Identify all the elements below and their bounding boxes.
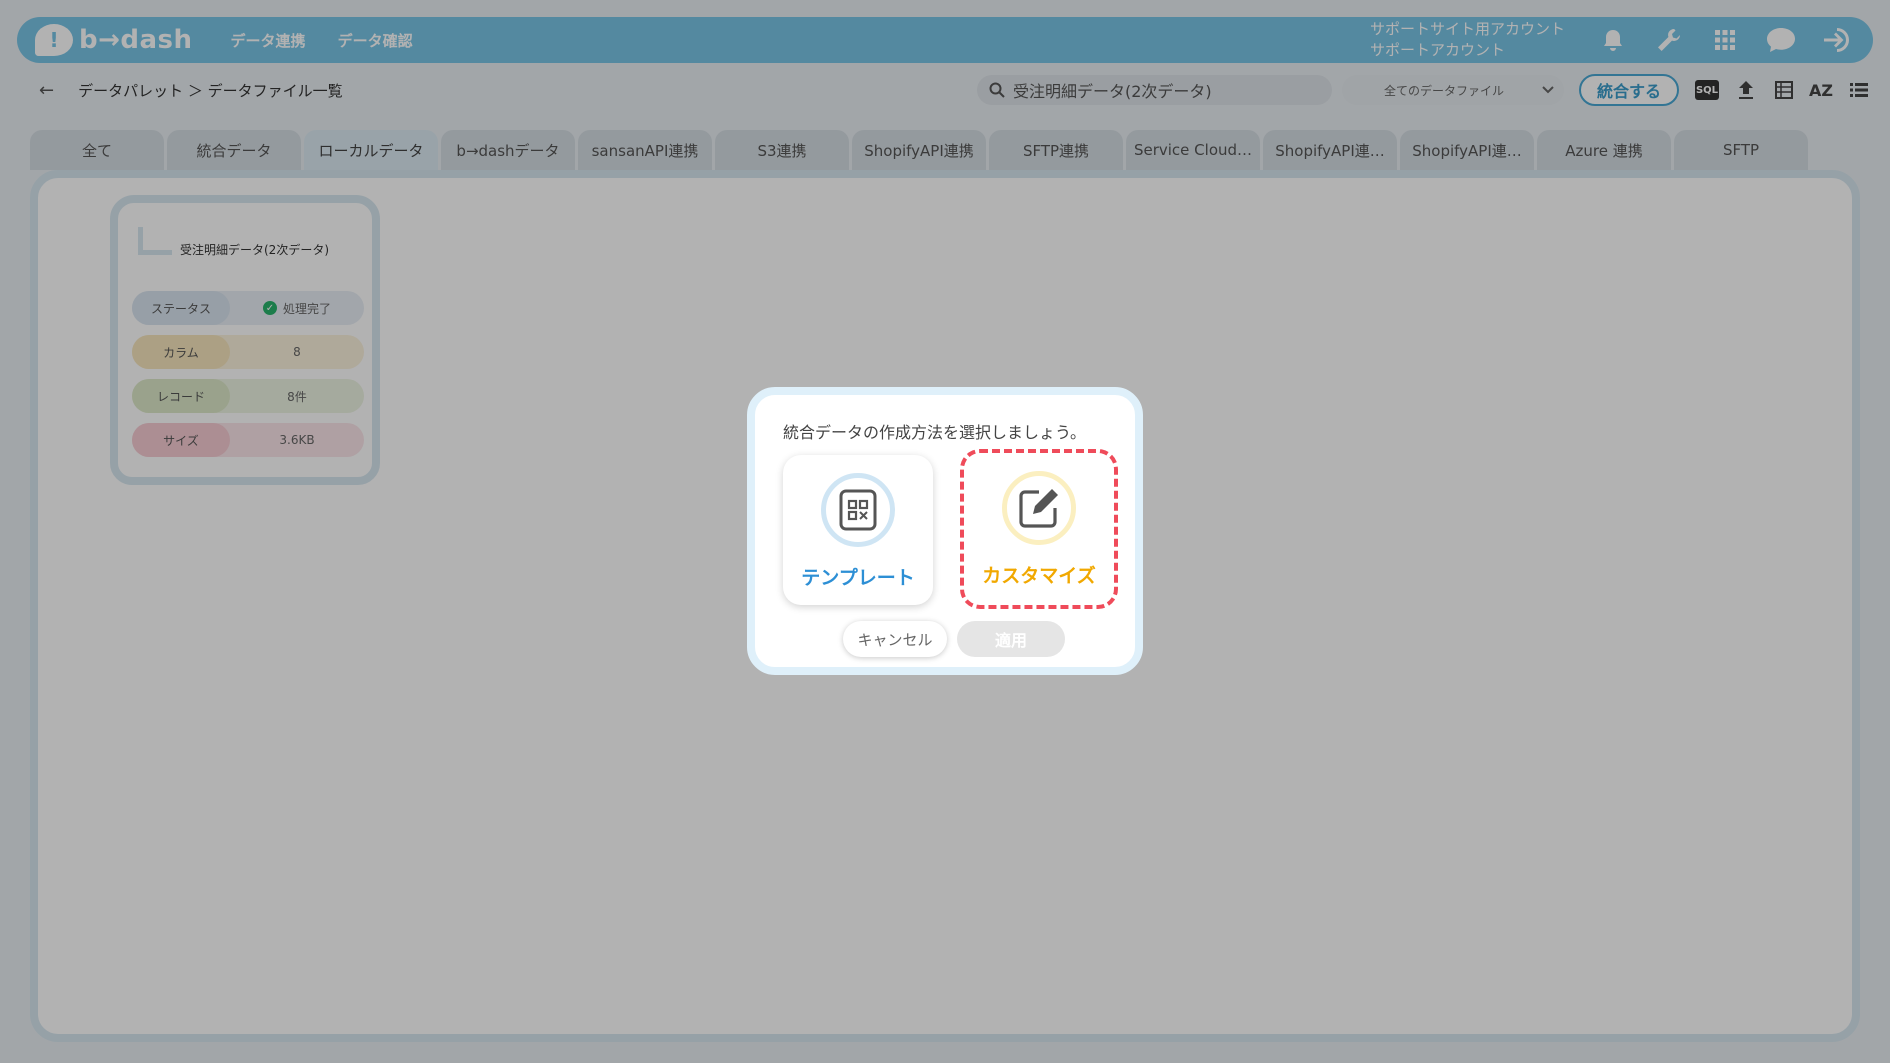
edit-icon xyxy=(1019,489,1058,528)
customize-option[interactable]: カスタマイズ xyxy=(960,449,1118,609)
customize-label: カスタマイズ xyxy=(982,565,1096,587)
customize-icon-circle xyxy=(1002,471,1076,545)
dialog-message: 統合データの作成方法を選択しましょう。 xyxy=(783,423,1087,442)
merge-method-dialog: 統合データの作成方法を選択しましょう。 テンプレート カスタマイズ キャンセル … xyxy=(747,387,1143,675)
apply-button[interactable]: 適用 xyxy=(957,621,1065,657)
template-label: テンプレート xyxy=(801,567,915,589)
template-option[interactable]: テンプレート xyxy=(783,455,933,605)
template-icon-circle xyxy=(821,473,895,547)
template-icon xyxy=(839,489,877,531)
cancel-button[interactable]: キャンセル xyxy=(843,621,947,657)
